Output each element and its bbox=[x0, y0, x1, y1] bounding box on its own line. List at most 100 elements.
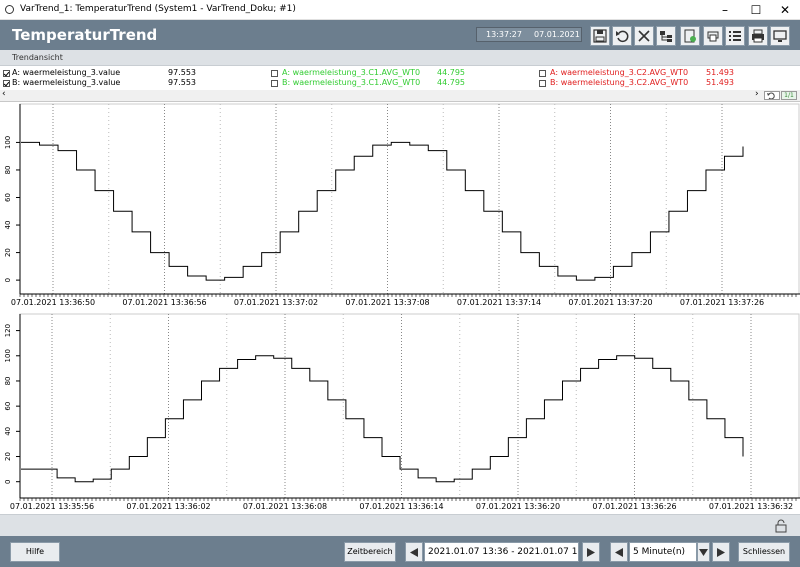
legend-label: A: waermeleistung_3.C1.AVG_WT0 bbox=[282, 68, 421, 77]
y-tick-label: 0 bbox=[4, 278, 12, 282]
y-tick-label: 80 bbox=[4, 166, 12, 175]
current-date: 07.01.2021 bbox=[534, 30, 580, 39]
scroll-right-icon[interactable]: › bbox=[755, 89, 759, 99]
status-bar bbox=[0, 514, 800, 536]
horizontal-scrollbar[interactable]: ‹ › 1/1 bbox=[0, 89, 800, 102]
legend-label: A: waermeleistung_3.C2.AVG_WT0 bbox=[550, 68, 689, 77]
undo-icon bbox=[616, 30, 629, 43]
legend-checkbox[interactable] bbox=[271, 70, 278, 77]
minimize-button[interactable]: – bbox=[710, 0, 740, 20]
undo-button[interactable] bbox=[612, 26, 632, 46]
legend-value: 44.795 bbox=[437, 78, 465, 87]
legend-value: 44.795 bbox=[437, 68, 465, 77]
app-header: TemperaturTrend 13:37:27 07.01.2021 bbox=[0, 20, 800, 50]
export-button[interactable] bbox=[680, 26, 700, 46]
y-tick-label: 40 bbox=[4, 221, 12, 230]
legend-value: 97.553 bbox=[168, 78, 196, 87]
legend-checkbox[interactable] bbox=[271, 80, 278, 87]
legend-value: 51.493 bbox=[706, 68, 734, 77]
tools-button[interactable] bbox=[634, 26, 654, 46]
interval-select[interactable]: 5 Minute(n) bbox=[629, 542, 697, 562]
trend-chart-area[interactable]: 07.01.2021 13:36:50 07.01.2021 13:36:56 07… bbox=[0, 102, 800, 514]
triangle-left-icon bbox=[615, 548, 623, 557]
y-tick-label: 100 bbox=[4, 136, 12, 149]
range-next-button[interactable] bbox=[582, 542, 600, 562]
interval-previous-button[interactable] bbox=[610, 542, 628, 562]
display-button[interactable] bbox=[770, 26, 790, 46]
time-range-field[interactable]: 2021.01.07 13:36 - 2021.01.07 13:37 bbox=[424, 542, 579, 562]
section-title: Trendansicht bbox=[12, 53, 63, 62]
x-tick-label: 07.01.2021 13:37:02 bbox=[234, 298, 318, 307]
y-tick-label: 120 bbox=[4, 324, 12, 337]
legend-value: 97.553 bbox=[168, 68, 196, 77]
x-tick-label: 07.01.2021 13:37:26 bbox=[680, 298, 764, 307]
printer-icon bbox=[752, 29, 764, 43]
footer-bar: Hilfe Zeitbereich 2021.01.07 13:36 - 202… bbox=[0, 536, 800, 567]
reset-zoom-button[interactable] bbox=[764, 91, 780, 100]
legend-label: A: waermeleistung_3.value bbox=[12, 68, 121, 77]
close-button[interactable]: Schliessen bbox=[738, 542, 790, 562]
print-preview-icon bbox=[707, 31, 719, 42]
y-tick-label: 40 bbox=[4, 427, 12, 436]
list-icon bbox=[729, 31, 741, 41]
help-button[interactable]: Hilfe bbox=[10, 542, 60, 562]
legend-label: B: waermeleistung_3.C2.AVG_WT0 bbox=[550, 78, 689, 87]
lock-icon[interactable] bbox=[774, 519, 788, 533]
tree-button[interactable] bbox=[656, 26, 676, 46]
y-tick-label: 0 bbox=[4, 479, 12, 483]
scroll-left-icon[interactable]: ‹ bbox=[2, 89, 6, 99]
time-range-button[interactable]: Zeitbereich bbox=[344, 542, 396, 562]
x-tick-label: 07.01.2021 13:37:08 bbox=[345, 298, 429, 307]
datetime-display: 13:37:27 07.01.2021 bbox=[476, 27, 582, 42]
export-icon bbox=[684, 29, 696, 43]
list-button[interactable] bbox=[725, 26, 745, 46]
triangle-right-icon bbox=[717, 548, 725, 557]
y-tick-label: 80 bbox=[4, 377, 12, 386]
legend-label: B: waermeleistung_3.C1.AVG_WT0 bbox=[282, 78, 421, 87]
x-tick-label: 07.01.2021 13:36:26 bbox=[592, 502, 676, 511]
trend-charts-svg[interactable]: 07.01.2021 13:36:50 07.01.2021 13:36:56 07… bbox=[0, 102, 800, 514]
legend-value: 51.493 bbox=[706, 78, 734, 87]
current-time: 13:37:27 bbox=[486, 30, 522, 39]
app-icon bbox=[5, 5, 14, 14]
x-tick-label: 07.01.2021 13:36:02 bbox=[126, 502, 210, 511]
x-tick-label: 07.01.2021 13:36:20 bbox=[476, 502, 560, 511]
y-tick-label: 100 bbox=[4, 349, 12, 362]
x-tick-label: 07.01.2021 13:36:14 bbox=[359, 502, 443, 511]
x-tick-label: 07.01.2021 13:36:32 bbox=[709, 502, 793, 511]
y-tick-label: 60 bbox=[4, 193, 12, 202]
x-tick-label: 07.01.2021 13:37:14 bbox=[457, 298, 541, 307]
x-tick-label: 07.01.2021 13:37:20 bbox=[568, 298, 652, 307]
interval-next-button[interactable] bbox=[712, 542, 730, 562]
zoom-level-button[interactable]: 1/1 bbox=[781, 91, 797, 100]
triangle-left-icon bbox=[410, 548, 418, 557]
tools-icon bbox=[638, 30, 650, 42]
triangle-right-icon bbox=[587, 548, 595, 557]
page-title: TemperaturTrend bbox=[12, 26, 158, 44]
window-titlebar: VarTrend_1: TemperaturTrend (System1 - V… bbox=[0, 0, 800, 20]
monitor-icon bbox=[773, 30, 787, 42]
section-header: Trendansicht bbox=[0, 50, 800, 66]
legend-checkbox[interactable] bbox=[539, 70, 546, 77]
print-preview-button[interactable] bbox=[703, 26, 723, 46]
print-button[interactable] bbox=[748, 26, 768, 46]
x-tick-label: 07.01.2021 13:36:56 bbox=[122, 298, 206, 307]
tree-icon bbox=[660, 31, 672, 42]
x-tick-label: 07.01.2021 13:36:08 bbox=[243, 502, 327, 511]
x-tick-label: 07.01.2021 13:36:50 bbox=[11, 298, 95, 307]
legend-checkbox[interactable] bbox=[3, 70, 10, 77]
maximize-button[interactable]: ☐ bbox=[741, 0, 771, 20]
chevron-down-icon bbox=[699, 549, 708, 556]
plot-frame bbox=[19, 313, 800, 499]
legend-checkbox[interactable] bbox=[3, 80, 10, 87]
legend-checkbox[interactable] bbox=[539, 80, 546, 87]
y-tick-label: 20 bbox=[4, 248, 12, 257]
interval-dropdown-button[interactable] bbox=[697, 542, 710, 562]
trend-legend: A: waermeleistung_3.value 97.553 A: waer… bbox=[0, 67, 800, 90]
range-previous-button[interactable] bbox=[405, 542, 423, 562]
y-tick-label: 20 bbox=[4, 452, 12, 461]
y-tick-label: 60 bbox=[4, 402, 12, 411]
save-icon bbox=[593, 29, 607, 43]
save-button[interactable] bbox=[590, 26, 610, 46]
close-window-button[interactable]: ✕ bbox=[770, 0, 800, 20]
